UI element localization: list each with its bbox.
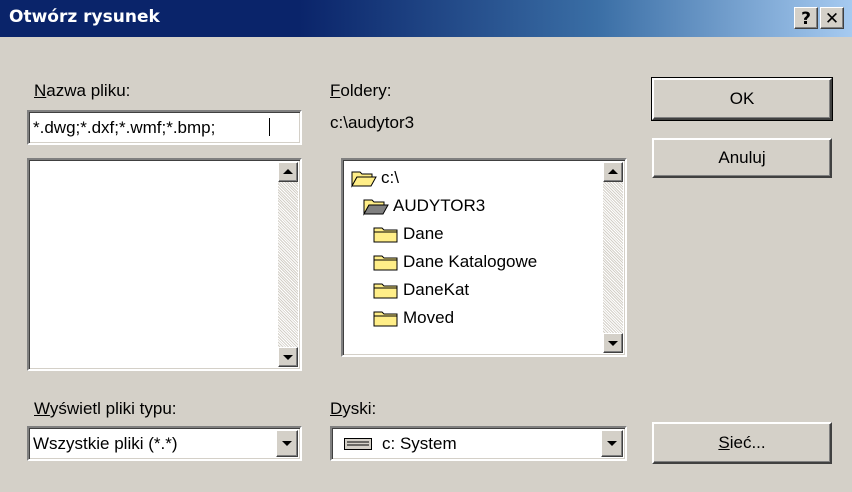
hard-drive-icon — [344, 438, 372, 450]
text-caret — [269, 118, 270, 136]
title-bar[interactable]: Otwórz rysunek ? ✕ — [0, 0, 852, 37]
arrow-down-icon — [608, 341, 618, 346]
folders-label: Foldery: — [330, 81, 392, 100]
file-list-scroll-track[interactable] — [278, 182, 298, 347]
closed-folder-icon — [373, 311, 398, 327]
folder-tree[interactable]: c:\ AUDYTOR3 Dane Dane Katalogowe DaneKa… — [341, 158, 627, 357]
chevron-down-icon — [607, 441, 617, 446]
file-list[interactable] — [27, 158, 302, 371]
arrow-down-icon — [283, 355, 293, 360]
close-button[interactable]: ✕ — [820, 7, 844, 29]
drives-value: c: System — [382, 434, 457, 453]
file-list-scroll-up[interactable] — [278, 162, 298, 182]
window-title: Otwórz rysunek — [9, 7, 160, 27]
closed-folder-icon — [373, 283, 398, 299]
arrow-up-icon — [283, 169, 293, 174]
filename-value: *.dwg;*.dxf;*.wmf;*.bmp; — [33, 118, 216, 137]
closed-folder-icon — [373, 255, 398, 271]
current-path: c:\audytor3 — [330, 113, 415, 132]
filetype-label: Wyświetl pliki typu: — [34, 399, 177, 418]
ok-button[interactable]: OK — [651, 77, 833, 121]
chevron-down-icon — [282, 441, 292, 446]
arrow-up-icon — [608, 169, 618, 174]
help-button[interactable]: ? — [794, 7, 818, 29]
folder-tree-scroll-down[interactable] — [603, 333, 623, 353]
drives-dropdown-button[interactable] — [601, 430, 623, 457]
drives-label: Dyski: — [330, 399, 377, 418]
open-folder-icon — [363, 199, 389, 216]
folder-tree-scroll-track[interactable] — [603, 182, 623, 333]
filename-label: Nazwa pliku: — [34, 81, 131, 100]
file-list-scroll-down[interactable] — [278, 347, 298, 367]
drives-dropdown[interactable]: c: System — [330, 426, 627, 461]
filename-input[interactable]: *.dwg;*.dxf;*.wmf;*.bmp; — [27, 110, 302, 145]
closed-folder-icon — [373, 227, 398, 243]
network-button[interactable]: Sieć... — [652, 422, 832, 464]
filetype-dropdown-button[interactable] — [276, 430, 298, 457]
folder-tree-scroll-up[interactable] — [603, 162, 623, 182]
filetype-value: Wszystkie pliki (*.*) — [33, 434, 178, 453]
cancel-button[interactable]: Anuluj — [652, 138, 832, 178]
open-drawing-dialog: Otwórz rysunek ? ✕ Nazwa pliku: *.dwg;*.… — [0, 0, 852, 492]
open-folder-icon — [351, 171, 377, 188]
filetype-dropdown[interactable]: Wszystkie pliki (*.*) — [27, 426, 302, 461]
